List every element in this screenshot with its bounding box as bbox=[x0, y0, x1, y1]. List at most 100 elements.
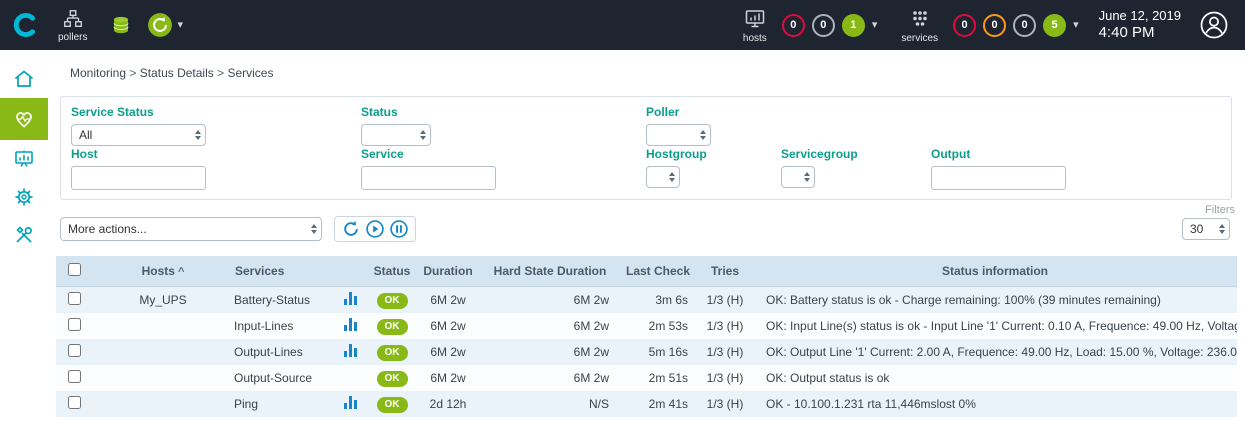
row-checkbox[interactable] bbox=[68, 370, 81, 383]
hosts-menu[interactable]: hosts bbox=[743, 7, 767, 44]
status-counter-down[interactable]: 0 bbox=[782, 14, 805, 37]
select-all-header-cell bbox=[56, 256, 92, 287]
status-select[interactable] bbox=[361, 124, 431, 146]
service-row: Output-LinesOK6M 2w6M 2w5m 16s1/3 (H)OK:… bbox=[56, 339, 1237, 365]
host-name-cell bbox=[92, 365, 234, 391]
filter-label-poller: Poller bbox=[646, 105, 711, 119]
breadcrumb-item[interactable]: Status Details bbox=[140, 66, 214, 80]
row-checkbox[interactable] bbox=[68, 292, 81, 305]
hard-state-duration-cell: N/S bbox=[480, 391, 619, 417]
column-header-hard-state-duration[interactable]: Hard State Duration bbox=[480, 256, 619, 287]
performance-graph-icon[interactable] bbox=[344, 396, 357, 409]
select-all-checkbox[interactable] bbox=[68, 263, 81, 276]
sidebar-item-monitoring[interactable] bbox=[0, 98, 48, 140]
speed-actions-group bbox=[334, 216, 416, 242]
servicegroup-select[interactable] bbox=[781, 166, 815, 188]
row-select-cell bbox=[56, 287, 92, 314]
service-status-select[interactable]: All bbox=[71, 124, 206, 146]
service-input[interactable] bbox=[361, 166, 496, 190]
column-header-hosts[interactable]: Hosts ^ bbox=[92, 256, 234, 287]
row-select-cell bbox=[56, 365, 92, 391]
service-name-cell[interactable]: Output-Lines bbox=[234, 339, 332, 365]
status-counter-warning[interactable]: 0 bbox=[983, 14, 1006, 37]
output-input[interactable] bbox=[931, 166, 1066, 190]
user-profile-button[interactable] bbox=[1199, 10, 1229, 40]
status-cell: OK bbox=[368, 287, 416, 314]
sidebar-item-home[interactable] bbox=[0, 60, 48, 98]
gear-icon bbox=[12, 185, 36, 209]
services-chevron-down-icon[interactable]: ▾ bbox=[1073, 20, 1079, 31]
sidebar-item-administration[interactable] bbox=[0, 216, 48, 254]
column-header-status-information[interactable]: Status information bbox=[754, 256, 1237, 287]
column-header-last-check[interactable]: Last Check bbox=[619, 256, 696, 287]
hard-state-duration-cell: 6M 2w bbox=[480, 287, 619, 314]
row-checkbox[interactable] bbox=[68, 344, 81, 357]
clock: June 12, 2019 4:40 PM bbox=[1099, 8, 1181, 43]
pause-button[interactable] bbox=[389, 219, 409, 239]
tries-cell: 1/3 (H) bbox=[696, 365, 754, 391]
pollers-menu[interactable]: pollers bbox=[58, 8, 87, 43]
status-counter-up[interactable]: 1 bbox=[842, 14, 865, 37]
status-badge: OK bbox=[377, 293, 408, 309]
service-name-cell[interactable]: Ping bbox=[234, 391, 332, 417]
more-actions-select[interactable]: More actions... bbox=[60, 217, 322, 241]
filter-label-hostgroup: Hostgroup bbox=[646, 147, 707, 161]
hard-state-duration-cell: 6M 2w bbox=[480, 365, 619, 391]
centreon-app: pollers ▾ hos bbox=[0, 0, 1245, 422]
database-status-icon[interactable] bbox=[109, 13, 133, 37]
poller-state-menu[interactable]: ▾ bbox=[147, 12, 183, 38]
tries-cell: 1/3 (H) bbox=[696, 339, 754, 365]
graph-cell bbox=[332, 365, 368, 391]
column-header-services[interactable]: Services bbox=[234, 256, 332, 287]
status-counter-unknown[interactable]: 0 bbox=[1013, 14, 1036, 37]
status-cell: OK bbox=[368, 365, 416, 391]
chevron-down-icon: ▾ bbox=[177, 20, 183, 31]
host-name-cell[interactable]: My_UPS bbox=[92, 287, 234, 314]
breadcrumb-item[interactable]: Monitoring bbox=[70, 66, 126, 80]
column-header-status[interactable]: Status bbox=[368, 256, 416, 287]
pause-icon bbox=[389, 219, 409, 239]
service-name-cell[interactable]: Output-Source bbox=[234, 365, 332, 391]
filter-label-service-status: Service Status bbox=[71, 105, 206, 119]
home-icon bbox=[12, 67, 36, 91]
hosts-icon bbox=[743, 7, 767, 31]
status-information-cell: OK: Output status is ok bbox=[754, 365, 1237, 391]
reporting-icon bbox=[12, 147, 36, 171]
service-name-cell[interactable]: Battery-Status bbox=[234, 287, 332, 314]
row-checkbox[interactable] bbox=[68, 396, 81, 409]
centreon-logo[interactable] bbox=[0, 11, 50, 39]
tools-wrench-icon bbox=[12, 223, 36, 247]
service-row: My_UPSBattery-StatusOK6M 2w6M 2w3m 6s1/3… bbox=[56, 287, 1237, 314]
sidebar-item-reporting[interactable] bbox=[0, 140, 48, 178]
filter-label-servicegroup: Servicegroup bbox=[781, 147, 858, 161]
performance-graph-icon[interactable] bbox=[344, 344, 357, 357]
column-header-tries[interactable]: Tries bbox=[696, 256, 754, 287]
status-counter-unreachable[interactable]: 0 bbox=[812, 14, 835, 37]
breadcrumb-item[interactable]: Services bbox=[227, 66, 273, 80]
page-size-select[interactable]: 30 bbox=[1182, 218, 1230, 240]
performance-graph-icon[interactable] bbox=[344, 318, 357, 331]
service-name-cell[interactable]: Input-Lines bbox=[234, 313, 332, 339]
sidebar-item-configuration[interactable] bbox=[0, 178, 48, 216]
row-checkbox[interactable] bbox=[68, 318, 81, 331]
status-counter-critical[interactable]: 0 bbox=[953, 14, 976, 37]
host-name-cell bbox=[92, 339, 234, 365]
refresh-icon bbox=[341, 219, 361, 239]
performance-graph-icon[interactable] bbox=[344, 292, 357, 305]
status-information-cell: OK: Input Line(s) status is ok - Input L… bbox=[754, 313, 1237, 339]
hostgroup-select[interactable] bbox=[646, 166, 680, 188]
hosts-chevron-down-icon[interactable]: ▾ bbox=[872, 20, 878, 31]
services-menu[interactable]: services bbox=[901, 7, 938, 44]
refresh-button[interactable] bbox=[341, 219, 361, 239]
host-input[interactable] bbox=[71, 166, 206, 190]
column-header-duration[interactable]: Duration bbox=[416, 256, 480, 287]
resume-button[interactable] bbox=[365, 219, 385, 239]
poller-select[interactable] bbox=[646, 124, 711, 146]
status-counter-ok[interactable]: 5 bbox=[1043, 14, 1066, 37]
host-name-cell bbox=[92, 313, 234, 339]
status-badge: OK bbox=[377, 345, 408, 361]
duration-cell: 6M 2w bbox=[416, 313, 480, 339]
date-text: June 12, 2019 bbox=[1099, 8, 1181, 24]
duration-cell: 2d 12h bbox=[416, 391, 480, 417]
sort-asc-icon: ^ bbox=[175, 266, 184, 278]
